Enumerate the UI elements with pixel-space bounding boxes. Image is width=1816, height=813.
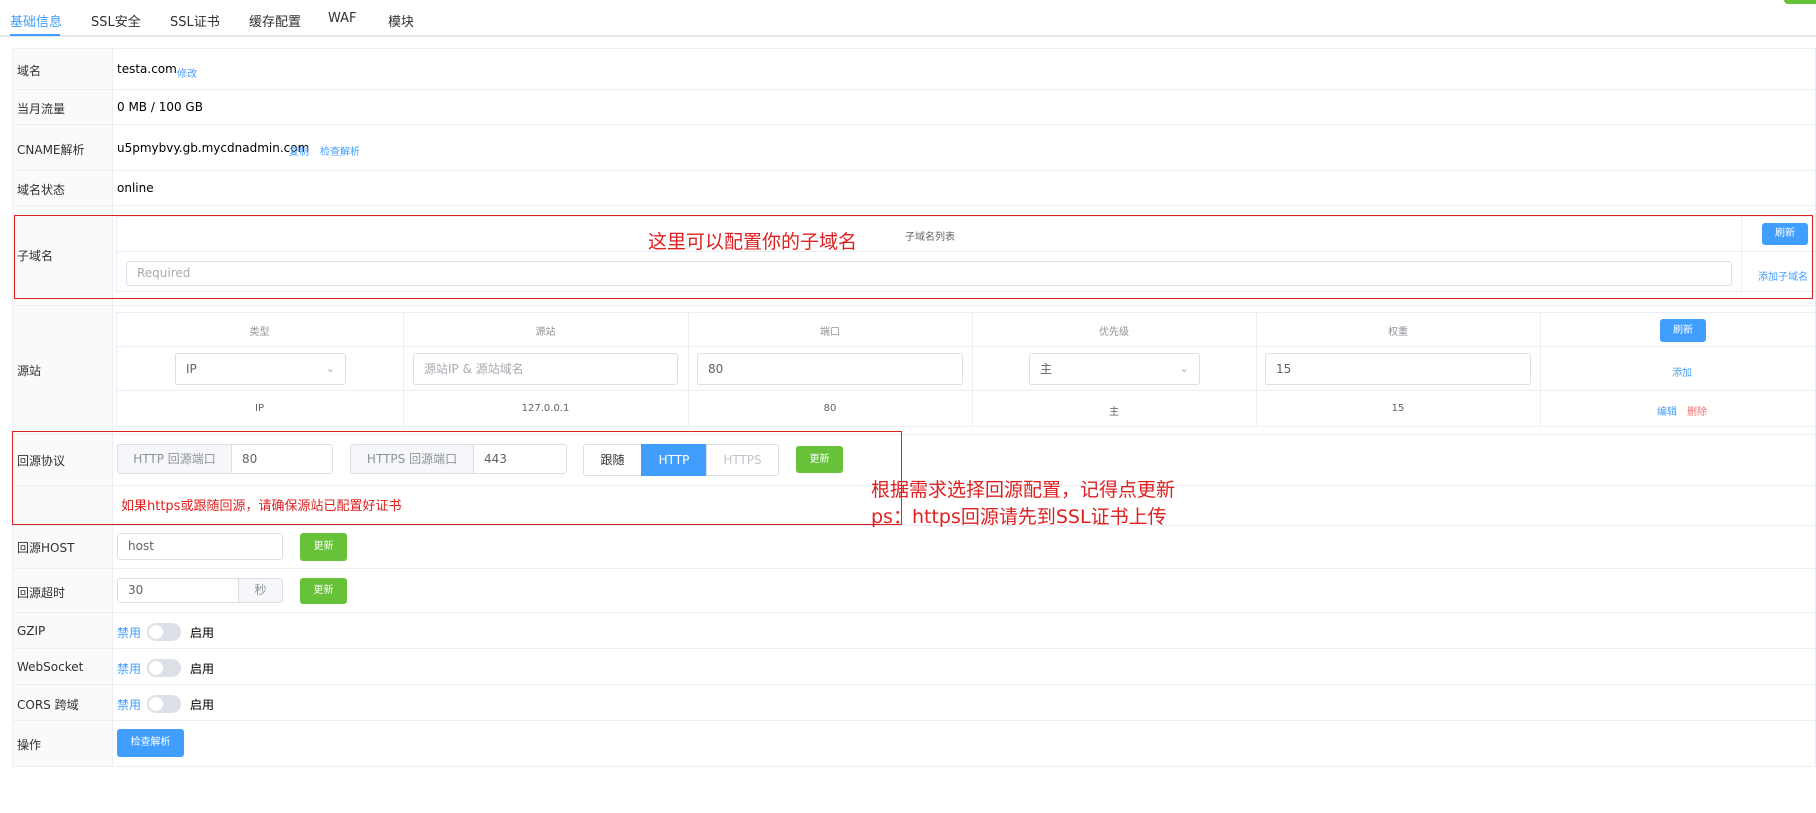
gzip-label: GZIP — [17, 624, 46, 638]
row-divider — [12, 124, 1816, 125]
edit-domain-link[interactable]: 修改 — [177, 65, 197, 80]
timeout-update-button[interactable]: 更新 — [300, 578, 347, 604]
origin-col-weight: 权重 — [1388, 327, 1408, 338]
status-value: online — [117, 181, 154, 195]
row-divider — [12, 305, 1816, 306]
origin-entry-weight: 15 — [1391, 403, 1405, 414]
domain-label: 域名 — [17, 64, 42, 78]
origin-col-port: 端口 — [820, 327, 840, 338]
gzip-off-label: 禁用 — [117, 626, 142, 640]
active-tab-indicator — [10, 34, 60, 36]
origin-type-select[interactable]: IP ⌄ — [175, 353, 346, 385]
column-divider — [112, 48, 113, 767]
row-divider — [12, 568, 1816, 569]
tab-ssl-cert[interactable]: SSL证书 — [170, 11, 220, 30]
corner-badge — [1784, 0, 1816, 4]
websocket-on-label: 启用 — [190, 662, 215, 676]
add-origin-link[interactable]: 添加 — [1672, 364, 1692, 379]
row-divider — [12, 684, 1816, 685]
check-dns-button[interactable]: 检查解析 — [117, 729, 184, 757]
cors-on-label: 启用 — [190, 698, 215, 712]
cname-value: u5pmybvy.gb.mycdnadmin.com — [117, 141, 310, 155]
host-update-button[interactable]: 更新 — [300, 533, 347, 561]
row-divider — [12, 720, 1816, 721]
chevron-down-icon: ⌄ — [325, 362, 335, 375]
origin-entry-priority: 主 — [1109, 407, 1119, 418]
row-divider — [116, 390, 1816, 391]
tab-modules[interactable]: 模块 — [388, 11, 414, 30]
websocket-off-label: 禁用 — [117, 662, 142, 676]
delete-origin-link[interactable]: 删除 — [1687, 403, 1707, 418]
subdomain-annotation-text: 这里可以配置你的子域名 — [648, 231, 858, 253]
host-label: 回源HOST — [17, 541, 75, 555]
row-divider — [12, 89, 1816, 90]
protocol-annotation-line2: ps：https回源请先到SSL证书上传 — [871, 506, 1167, 528]
origin-label: 源站 — [17, 364, 42, 378]
tab-waf[interactable]: WAF — [328, 11, 357, 26]
toggle-knob — [149, 625, 163, 639]
chevron-down-icon: ⌄ — [1179, 362, 1189, 375]
gzip-toggle[interactable] — [147, 623, 181, 641]
column-divider — [1540, 312, 1541, 427]
host-input[interactable]: host — [117, 533, 283, 560]
websocket-label: WebSocket — [17, 660, 84, 674]
row-divider — [12, 205, 1816, 206]
origin-port-input[interactable]: 80 — [697, 353, 963, 385]
tab-basic-info[interactable]: 基础信息 — [10, 11, 62, 30]
origin-col-type: 类型 — [249, 327, 270, 338]
origin-entry-port: 80 — [823, 403, 837, 414]
origin-weight-input[interactable]: 15 — [1265, 353, 1531, 385]
check-dns-link[interactable]: 检查解析 — [320, 143, 360, 158]
traffic-label: 当月流量 — [17, 102, 66, 116]
protocol-annotation-line1: 根据需求选择回源配置，记得点更新 — [871, 479, 1176, 501]
origin-col-origin: 源站 — [535, 327, 556, 338]
cors-label: CORS 跨域 — [17, 698, 79, 712]
origin-entry-type: IP — [255, 403, 264, 414]
domain-value: testa.com — [117, 62, 177, 76]
row-divider — [116, 346, 1816, 347]
cname-label: CNAME解析 — [17, 143, 85, 157]
tab-ssl-security[interactable]: SSL安全 — [91, 11, 141, 30]
traffic-value: 0 MB / 100 GB — [117, 100, 203, 114]
origin-priority-value: 主 — [1040, 362, 1053, 376]
toggle-knob — [149, 697, 163, 711]
row-divider — [12, 170, 1816, 171]
timeout-label: 回源超时 — [17, 586, 66, 600]
tab-cache-config[interactable]: 缓存配置 — [249, 11, 301, 30]
row-divider — [12, 648, 1816, 649]
origin-priority-select[interactable]: 主 ⌄ — [1029, 353, 1200, 385]
origin-address-input[interactable]: 源站IP & 源站域名 — [413, 353, 678, 385]
timeout-unit: 秒 — [238, 578, 283, 603]
origin-col-priority: 优先级 — [1099, 327, 1129, 338]
origin-entry-address: 127.0.0.1 — [521, 403, 570, 414]
timeout-input[interactable]: 30 — [117, 578, 239, 603]
websocket-toggle[interactable] — [147, 659, 181, 677]
cors-off-label: 禁用 — [117, 698, 142, 712]
ops-label: 操作 — [17, 738, 42, 752]
origin-address-placeholder: 源站IP & 源站域名 — [424, 362, 524, 376]
origin-refresh-button[interactable]: 刷新 — [1660, 319, 1706, 342]
gzip-on-label: 启用 — [190, 626, 215, 640]
toggle-knob — [149, 661, 163, 675]
row-divider — [12, 612, 1816, 613]
origin-type-value: IP — [186, 362, 197, 376]
edit-origin-link[interactable]: 编辑 — [1657, 403, 1677, 418]
subdomain-annotation-box — [14, 215, 1813, 299]
protocol-annotation-box — [12, 431, 902, 525]
tab-bar: 基础信息 SSL安全 SSL证书 缓存配置 WAF 模块 — [0, 0, 1816, 37]
status-label: 域名状态 — [17, 183, 66, 197]
copy-cname-link[interactable]: 复制 — [289, 143, 309, 158]
cors-toggle[interactable] — [147, 695, 181, 713]
